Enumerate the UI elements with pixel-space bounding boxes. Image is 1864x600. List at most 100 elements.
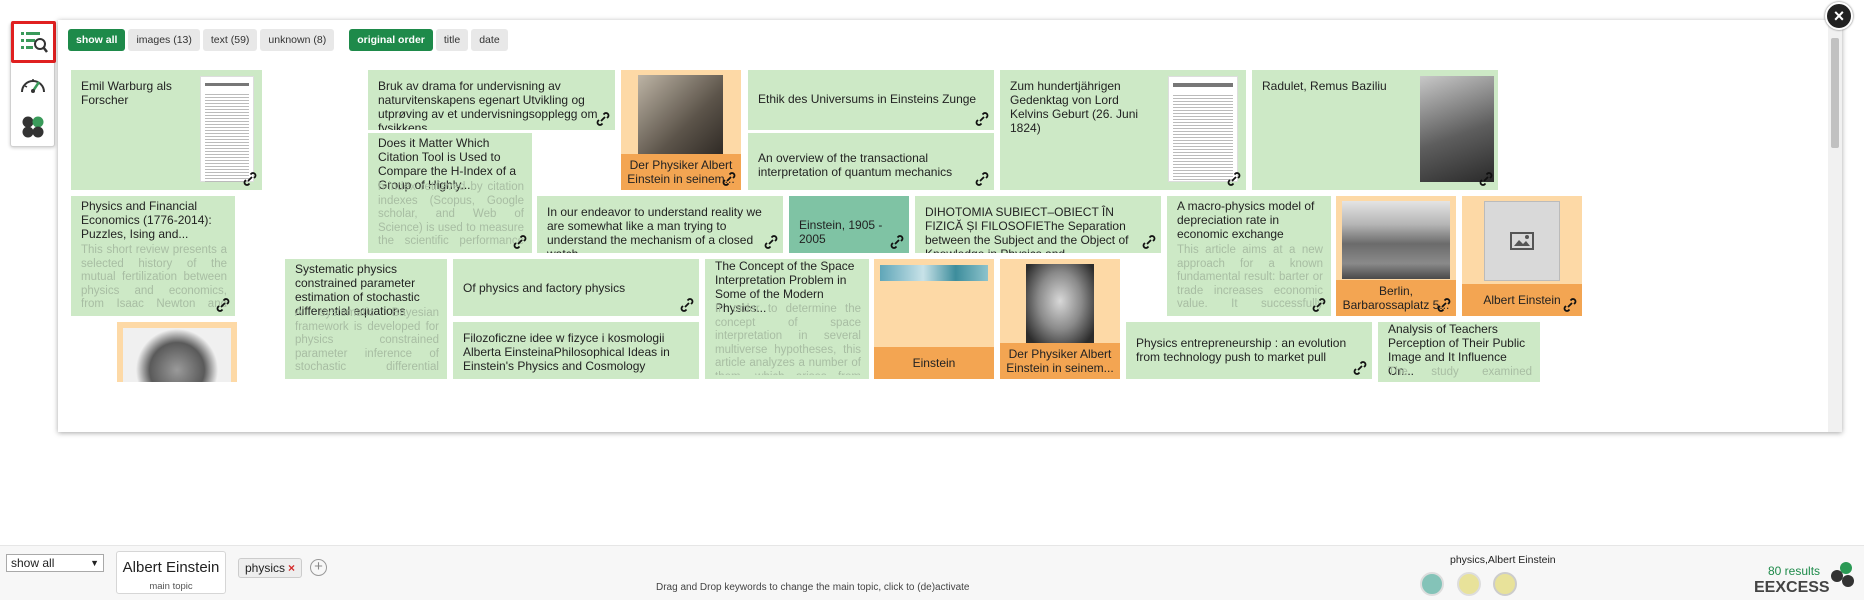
query-history-dot[interactable] xyxy=(1457,572,1481,596)
result-title: Radulet, Remus Baziliu xyxy=(1262,79,1387,93)
result-title: Zum hundertjährigen Gedenktag von Lord K… xyxy=(1010,79,1139,135)
hexagon-cluster-icon xyxy=(22,116,44,138)
scrollbar-thumb[interactable] xyxy=(1831,38,1839,148)
result-title: Physics and Financial Economics (1776-20… xyxy=(81,199,212,241)
view-switcher xyxy=(10,21,56,147)
image-tile[interactable]: Der Physiker Albert Einstein in seinem..… xyxy=(621,70,741,190)
result-tile[interactable]: Radulet, Remus Baziliu xyxy=(1252,70,1498,190)
link-icon[interactable] xyxy=(975,172,989,186)
close-button[interactable]: × xyxy=(1825,2,1853,30)
image-placeholder-icon xyxy=(1510,232,1534,250)
link-icon[interactable] xyxy=(1142,235,1156,249)
link-icon[interactable] xyxy=(596,112,610,126)
facet-scape-button[interactable] xyxy=(13,108,53,144)
result-title: In our endeavor to understand reality we… xyxy=(547,205,762,253)
add-keyword-button[interactable]: + xyxy=(310,559,327,576)
result-title: Ethik des Universums in Einsteins Zunge xyxy=(758,92,977,106)
result-tile[interactable]: Filozoficzne idee w fizyce i kosmologii … xyxy=(453,322,699,379)
keyword-chip[interactable]: physics × xyxy=(238,558,303,578)
result-panel: show all images (13) text (59) unknown (… xyxy=(58,20,1842,432)
link-icon[interactable] xyxy=(764,235,778,249)
search-result-list-button[interactable] xyxy=(11,21,56,63)
brand-logo-text: EEXCESS xyxy=(1754,579,1830,596)
result-title: DIHOTOMIA SUBIECT–OBIECT ÎN FIZICĂ ȘI FI… xyxy=(925,205,1129,253)
filter-show-all[interactable]: show all xyxy=(68,29,126,51)
portrait-photo xyxy=(1026,264,1094,346)
result-tile[interactable]: Physics entrepreneurship : an evolution … xyxy=(1126,322,1372,379)
link-icon[interactable] xyxy=(1437,298,1451,312)
result-title: Einstein, 1905 - 2005 xyxy=(799,218,883,246)
result-tile[interactable]: In our endeavor to understand reality we… xyxy=(537,196,783,253)
result-title: Emil Warburg als Forscher xyxy=(81,79,172,107)
medal-photo xyxy=(123,328,231,382)
dashboard-gauge-icon xyxy=(21,79,45,93)
result-tile[interactable]: Physics and Financial Economics (1776-20… xyxy=(71,196,235,316)
filter-text[interactable]: text (59) xyxy=(202,29,258,51)
result-tile[interactable]: The Concept of the Space Interpretation … xyxy=(705,259,869,379)
result-tile[interactable]: Zum hundertjährigen Gedenktag von Lord K… xyxy=(1000,70,1246,190)
result-tile[interactable]: A macro-physics model of depreciation ra… xyxy=(1167,196,1331,316)
link-icon[interactable] xyxy=(513,235,527,249)
sort-date[interactable]: date xyxy=(471,29,508,51)
link-icon[interactable] xyxy=(1312,298,1326,312)
link-icon[interactable] xyxy=(1479,172,1493,186)
result-description: This article aims at a new approach for … xyxy=(1177,244,1323,312)
filter-unknown[interactable]: unknown (8) xyxy=(260,29,335,51)
link-icon[interactable] xyxy=(216,298,230,312)
image-tile[interactable]: Der Physiker Albert Einstein in seinem..… xyxy=(1000,259,1120,379)
link-icon[interactable] xyxy=(722,172,736,186)
result-description: This short review presents a selected hi… xyxy=(81,244,227,312)
result-tile[interactable]: Emil Warburg als Forscher xyxy=(71,70,262,190)
eexcess-logo-icon xyxy=(1831,562,1854,587)
portrait-photo xyxy=(1420,76,1494,182)
image-tile[interactable] xyxy=(117,322,237,382)
result-title: Physics entrepreneurship : an evolution … xyxy=(1136,336,1347,364)
link-icon[interactable] xyxy=(975,112,989,126)
document-thumbnail xyxy=(1168,76,1238,182)
chevron-down-icon: ▼ xyxy=(90,558,99,568)
main-topic-label: main topic xyxy=(149,581,193,592)
dashboard-button[interactable] xyxy=(13,67,53,103)
result-description: The study examined teachers' xyxy=(1388,366,1532,380)
result-tile[interactable]: Systematic physics constrained parameter… xyxy=(285,259,447,379)
result-description: A systematic Bayesian framework is devel… xyxy=(295,307,439,375)
sort-title[interactable]: title xyxy=(435,29,469,51)
image-tile[interactable]: Albert Einstein xyxy=(1462,196,1582,316)
image-caption: Einstein xyxy=(874,347,994,379)
result-tile[interactable]: Ethik des Universums in Einsteins Zunge xyxy=(748,70,994,130)
filter-images[interactable]: images (13) xyxy=(128,29,200,51)
image-tile[interactable]: Einstein xyxy=(874,259,994,379)
remove-keyword-icon[interactable]: × xyxy=(288,561,295,575)
result-count: 80 results xyxy=(1768,564,1821,578)
result-title: Of physics and factory physics xyxy=(463,281,626,295)
link-icon[interactable] xyxy=(1227,172,1241,186)
query-history-label: physics,Albert Einstein xyxy=(1450,554,1556,566)
result-title: Filozoficzne idee w fizyce i kosmologii … xyxy=(463,331,670,373)
image-tile[interactable]: Berlin, Barbarossaplatz 5... xyxy=(1336,196,1456,316)
drag-drop-hint: Drag and Drop keywords to change the mai… xyxy=(656,582,970,593)
main-topic-box[interactable]: Albert Einstein main topic xyxy=(116,551,226,594)
result-tile[interactable]: Analysis of Teachers Perception of Their… xyxy=(1378,322,1540,382)
result-tile[interactable]: Does it Matter Which Citation Tool is Us… xyxy=(368,133,532,253)
query-history-dot[interactable] xyxy=(1493,572,1517,596)
result-title: A macro-physics model of depreciation ra… xyxy=(1177,199,1315,241)
result-title: Bruk av drama for undervisning av naturv… xyxy=(378,79,598,130)
result-tile[interactable]: Of physics and factory physics xyxy=(453,259,699,316)
query-history-dot[interactable] xyxy=(1420,572,1444,596)
keyword-label: physics xyxy=(245,561,286,575)
filter-select[interactable]: show all ▼ xyxy=(6,554,104,572)
result-tile[interactable]: An overview of the transactional interpr… xyxy=(748,133,994,190)
result-tile[interactable]: Bruk av drama for undervisning av naturv… xyxy=(368,70,615,130)
link-icon[interactable] xyxy=(890,235,904,249)
vertical-scrollbar[interactable] xyxy=(1828,20,1842,432)
link-icon[interactable] xyxy=(1353,361,1367,375)
result-tile[interactable]: DIHOTOMIA SUBIECT–OBIECT ÎN FIZICĂ ȘI FI… xyxy=(915,196,1161,253)
main-topic-name: Albert Einstein xyxy=(122,559,220,576)
result-tile[interactable]: Einstein, 1905 - 2005 xyxy=(789,196,909,253)
search-bar: show all ▼ Albert Einstein main topic ph… xyxy=(0,545,1864,600)
link-icon[interactable] xyxy=(243,172,257,186)
link-icon[interactable] xyxy=(1563,298,1577,312)
link-icon[interactable] xyxy=(680,298,694,312)
sort-original-order[interactable]: original order xyxy=(349,29,433,51)
building-photo xyxy=(1342,201,1450,279)
